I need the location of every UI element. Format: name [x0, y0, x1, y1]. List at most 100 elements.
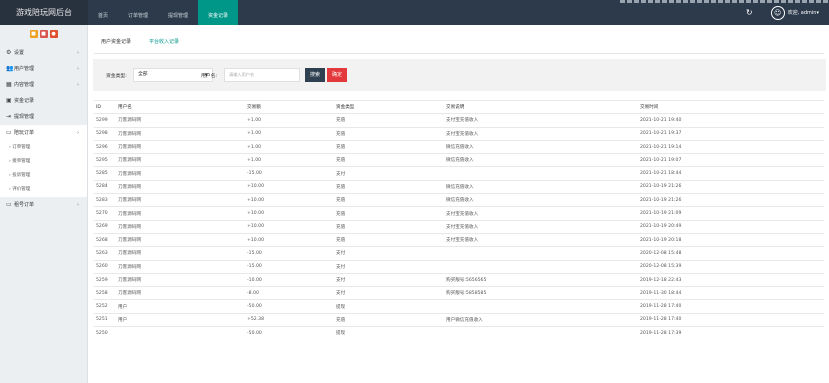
refresh-icon[interactable]: ↻: [746, 8, 753, 17]
table-row: 5260 刀客源码网 -15.00 支付 2020-12-08 15:39: [94, 259, 824, 274]
withdraw-icon: ⇥: [6, 113, 12, 120]
sidebar-subitem-label: 投诉管理: [12, 173, 31, 178]
cell-time: 2021-10-21 19:14: [638, 139, 824, 154]
cell-type: 充值: [334, 312, 444, 327]
cell-desc: [444, 246, 638, 261]
cell-username: 用户: [116, 312, 245, 327]
cell-username: 刀客源码网: [116, 139, 245, 154]
quick-action-3[interactable]: ●: [49, 30, 58, 38]
confirm-button[interactable]: 确定: [327, 68, 348, 82]
cell-id: 5283: [94, 193, 116, 207]
sidebar-subitem[interactable]: › 投诉管理: [0, 169, 87, 183]
cell-type: 充值: [334, 139, 444, 154]
wallet-icon: ▣: [6, 97, 12, 104]
sidebar-item-label: 资金记录: [14, 98, 35, 104]
cell-desc: [444, 299, 638, 314]
sidebar-item[interactable]: ⚙ 设置 ›: [0, 45, 87, 61]
user-menu[interactable]: 欢迎, admin: [788, 9, 817, 16]
cell-time: 2019-11-28 17:39: [638, 326, 824, 340]
table-header: ID 用户名 交易额 资金类型 交易说明 交易时间: [94, 99, 824, 114]
cell-username: 刀客源码网: [116, 219, 245, 234]
table-row: 5268 刀客源码网 +10.00 充值 支付宝充值收入 2021-10-19 20:18: [94, 232, 824, 247]
cell-amount: +10.00: [245, 206, 334, 221]
cell-desc: 购买靓号:5858585: [444, 286, 638, 300]
nav-funds[interactable]: 资金记录: [198, 0, 239, 25]
cell-id: 5270: [94, 206, 116, 221]
quick-action-2[interactable]: ■: [39, 30, 48, 38]
sidebar-item-label: 用户管理: [14, 66, 35, 72]
sidebar-item-label: 提现管理: [14, 114, 35, 120]
table-row: 5283 刀客源码网 +10.00 充值 微信充值收入 2021-10-19 21:26: [94, 193, 824, 207]
sidebar-item[interactable]: ⇥ 提现管理: [0, 109, 87, 125]
tab-user-funds[interactable]: 用户资金记录: [101, 35, 131, 49]
cell-desc: 支付宝充值收入: [444, 232, 638, 247]
sidebar-subitem-label: 订单管理: [12, 145, 31, 150]
sidebar-subitem[interactable]: › 订单管理: [0, 141, 87, 155]
cell-desc: 微信充值收入: [444, 153, 638, 167]
type-select-value: 全部: [138, 72, 148, 77]
chevron-right-icon: ›: [77, 130, 79, 136]
nav-withdraw[interactable]: 提现管理: [158, 0, 198, 25]
cell-time: 2019-11-30 18:44: [638, 286, 824, 300]
cell-time: 2019-12-18 22:43: [638, 272, 824, 287]
tab-platform-income[interactable]: 平台收入记录: [149, 35, 179, 49]
avatar-icon[interactable]: ☺: [770, 5, 785, 20]
top-bar: 游戏陪玩网后台 首页 订单管理 提现管理 资金记录 ↻ ☺ 欢迎, admin …: [0, 0, 829, 25]
cell-amount: -50.00: [245, 299, 334, 314]
table-row: 5258 刀客源码网 -8.00 支付 购买靓号:5858585 2019-11-30 1…: [94, 286, 824, 300]
cell-id: 5258: [94, 286, 116, 300]
cell-desc: 微信充值收入: [444, 139, 638, 154]
nav-orders[interactable]: 订单管理: [118, 0, 158, 25]
tab-divider: [94, 53, 824, 54]
cell-id: 5250: [94, 326, 116, 340]
cell-amount: +10.00: [245, 232, 334, 247]
quick-action-1[interactable]: ■: [29, 30, 38, 38]
col-id: ID: [94, 99, 116, 114]
cell-username: 刀客源码网: [116, 193, 245, 207]
cell-id: 5268: [94, 232, 116, 247]
col-type: 资金类型: [334, 99, 444, 114]
nav-home[interactable]: 首页: [88, 0, 118, 25]
app-title: 游戏陪玩网后台: [0, 0, 88, 25]
search-button[interactable]: 搜索: [305, 68, 326, 82]
chevron-down-icon[interactable]: ▾: [816, 10, 819, 16]
sidebar-item[interactable]: ▭ 陪玩订单 ›: [0, 125, 87, 141]
table-row: 5269 刀客源码网 +10.00 充值 支付宝充值收入 2021-10-19 20:49: [94, 219, 824, 234]
cell-amount: +52.38: [245, 312, 334, 327]
cell-desc: 微信充值收入: [444, 193, 638, 207]
gear-icon: ⚙: [6, 49, 12, 56]
cell-amount: -8.00: [245, 286, 334, 300]
cell-time: 2021-10-19 21:09: [638, 206, 824, 221]
cell-desc: 微信充值收入: [444, 179, 638, 194]
cell-desc: 支付宝充值收入: [444, 219, 638, 234]
cell-amount: -10.00: [245, 272, 334, 287]
cell-desc: 支付宝充值收入: [444, 126, 638, 141]
cell-amount: +1.00: [245, 139, 334, 154]
cell-id: 5296: [94, 139, 116, 154]
user-label: 用户名:: [201, 74, 218, 79]
table-row: 5285 刀客源码网 -15.00 支付 2021-10-21 18:44: [94, 166, 824, 181]
cell-desc: 支付宝充值收入: [444, 206, 638, 221]
sidebar-item[interactable]: ▦ 内容管理 ›: [0, 77, 87, 93]
cell-type: 充值: [334, 126, 444, 141]
cell-time: 2021-10-21 19:37: [638, 126, 824, 141]
sidebar-item[interactable]: 👥用户管理 ›: [0, 61, 87, 77]
sidebar-subitem[interactable]: › 评价管理: [0, 183, 87, 197]
sidebar-subitem-label: 接单管理: [12, 159, 31, 164]
quick-actions: ■ ■ ●: [0, 25, 87, 45]
sidebar-subitem[interactable]: › 接单管理: [0, 155, 87, 169]
cell-type: 充值: [334, 179, 444, 194]
sidebar-item[interactable]: ▭ 租号订单 ›: [0, 197, 87, 213]
grid-icon: ▦: [6, 81, 12, 88]
table-row: 5252 用户 -50.00 提现 2019-11-28 17:40: [94, 299, 824, 314]
cell-type: 支付: [334, 259, 444, 274]
cell-id: 5263: [94, 246, 116, 261]
cell-id: 5299: [94, 113, 116, 128]
cell-amount: -15.00: [245, 166, 334, 181]
sidebar-item-label: 租号订单: [14, 202, 35, 208]
cell-username: 刀客源码网: [116, 166, 245, 181]
cell-time: 2020-12-08 15:39: [638, 259, 824, 274]
sidebar-item[interactable]: ▣ 资金记录: [0, 93, 87, 109]
username-input[interactable]: 请输入用户名: [224, 68, 300, 82]
table-row: 5250 -50.00 提现 2019-11-28 17:39: [94, 326, 824, 340]
